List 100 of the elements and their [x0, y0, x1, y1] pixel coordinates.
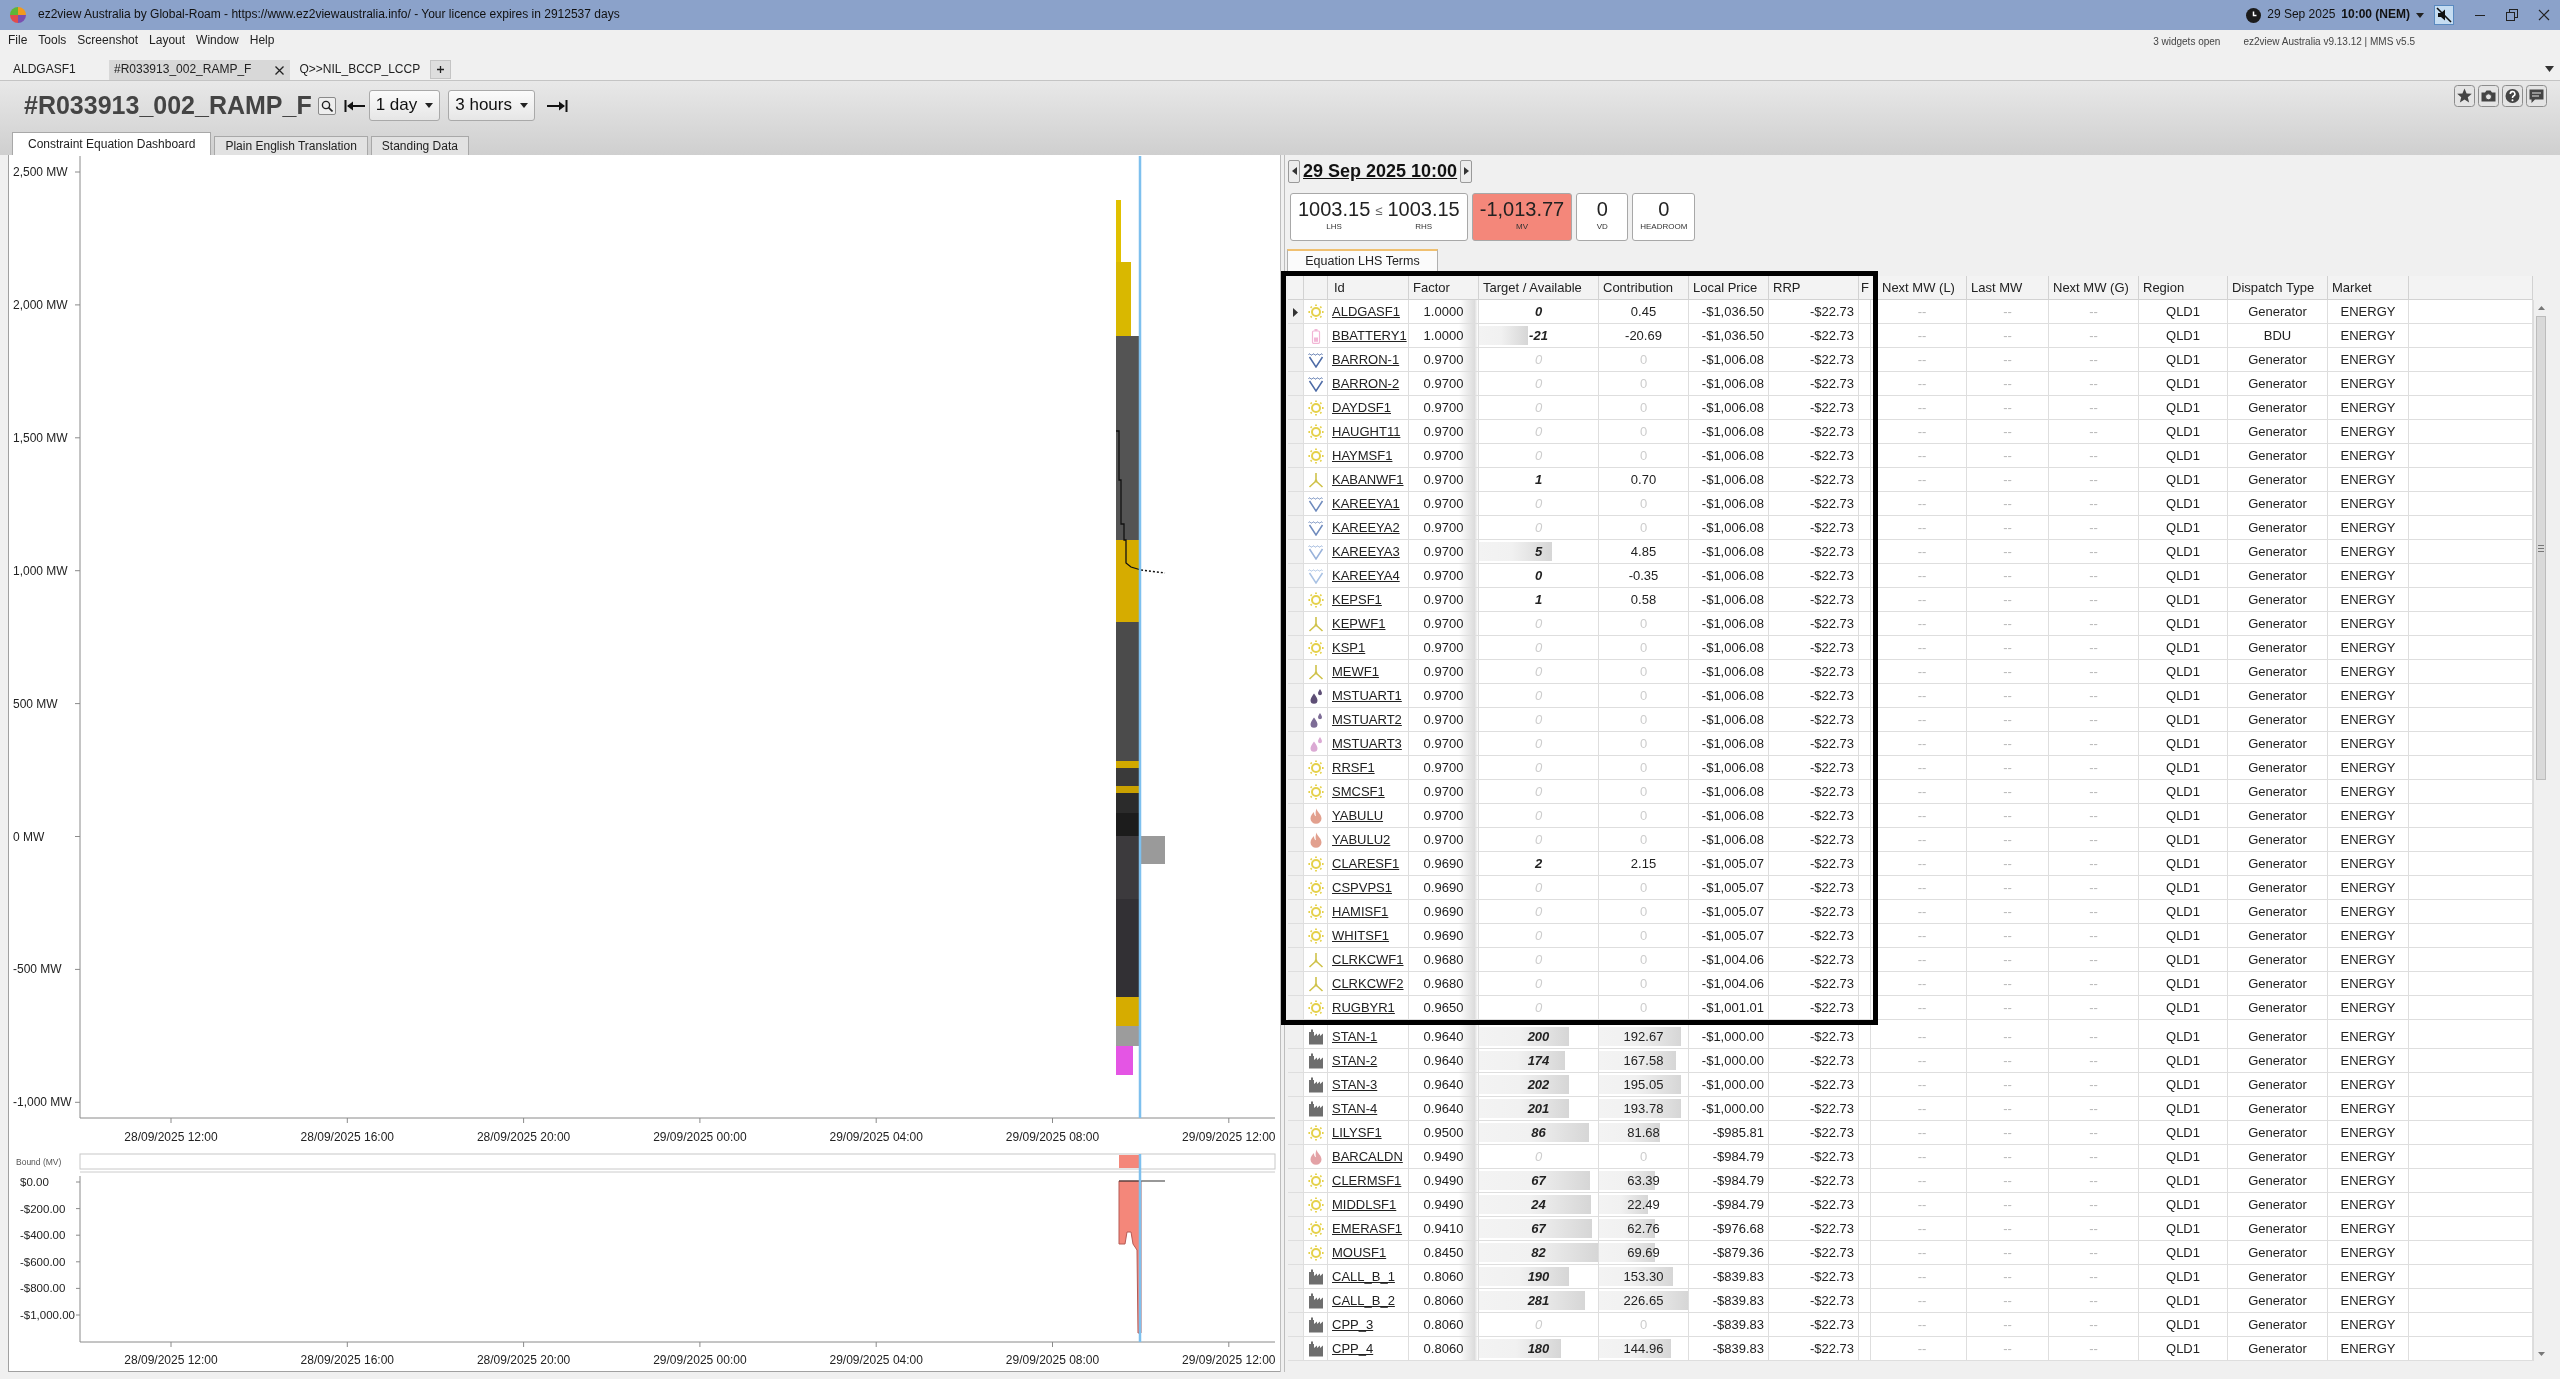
column-header[interactable]: Dispatch Type	[2228, 276, 2328, 300]
restore-icon[interactable]	[2506, 9, 2518, 21]
unit-link[interactable]: YABULU2	[1332, 832, 1391, 847]
help-icon[interactable]	[2502, 85, 2523, 107]
unit-link[interactable]: MSTUART2	[1332, 712, 1402, 727]
unit-link[interactable]: CALL_B_1	[1332, 1269, 1395, 1284]
unit-link[interactable]: CLARESF1	[1332, 856, 1400, 871]
up-arrow-icon[interactable]	[2537, 306, 2545, 310]
interval-link[interactable]: 29 Sep 2025 10:00	[1303, 162, 1458, 180]
close-icon[interactable]	[2538, 9, 2550, 21]
column-header[interactable]: Market	[2328, 276, 2409, 300]
menu-item[interactable]: Layout	[149, 33, 186, 49]
unit-link[interactable]: CSPVPS1	[1332, 880, 1392, 895]
unit-link[interactable]: KAREEYA3	[1332, 544, 1400, 559]
table-cell: --	[1878, 468, 1967, 492]
unit-link[interactable]: WHITSF1	[1332, 928, 1390, 943]
unit-link[interactable]: KEPSF1	[1332, 592, 1382, 607]
unit-link[interactable]: STAN-4	[1332, 1101, 1378, 1116]
unit-link[interactable]: MSTUART1	[1332, 688, 1402, 703]
unit-link[interactable]: STAN-3	[1332, 1077, 1378, 1092]
table-cell: -$1,005.07	[1689, 900, 1769, 924]
menu-item[interactable]: Help	[249, 33, 275, 49]
column-header[interactable]: Target / Available	[1479, 276, 1599, 300]
unit-link[interactable]: BARRON-2	[1332, 376, 1400, 391]
unit-link[interactable]: YABULU	[1332, 808, 1384, 823]
view-tab[interactable]: Standing Data	[370, 136, 469, 156]
caret-icon[interactable]	[425, 103, 434, 108]
row-header[interactable]	[1288, 300, 1304, 324]
column-header[interactable]: Id	[1328, 276, 1409, 300]
unit-link[interactable]: CPP_3	[1332, 1317, 1374, 1332]
unit-link[interactable]: KAREEYA4	[1332, 568, 1400, 583]
unit-link[interactable]: STAN-1	[1332, 1029, 1378, 1044]
unit-link[interactable]: CALL_B_2	[1332, 1293, 1395, 1308]
view-tab[interactable]: Constraint Equation Dashboard	[12, 132, 212, 156]
view-tab[interactable]: Plain English Translation	[214, 136, 368, 156]
menu-item[interactable]: Screenshot	[77, 33, 139, 49]
unit-link[interactable]: BARRON-1	[1332, 352, 1400, 367]
unit-link[interactable]: KABANWF1	[1332, 472, 1404, 487]
unit-link[interactable]: CLRKCWF1	[1332, 952, 1404, 967]
unit-link[interactable]: MOUSF1	[1332, 1245, 1387, 1260]
jump-to-end-icon[interactable]	[546, 98, 568, 113]
axis-label: 28/09/2025 12:00	[124, 1353, 218, 1367]
unit-link[interactable]: SMCSF1	[1332, 784, 1385, 799]
column-header[interactable]: Region	[2139, 276, 2228, 300]
widget-tab[interactable]: Q>>NIL_BCCP_LCCP	[294, 60, 427, 80]
unit-link[interactable]: RUGBYR1	[1332, 1000, 1395, 1015]
unit-link[interactable]: BARCALDN	[1332, 1149, 1403, 1164]
add-tab-button[interactable]	[430, 60, 452, 79]
caret-icon[interactable]	[2545, 66, 2554, 72]
mute-icon[interactable]	[2434, 5, 2454, 25]
unit-link[interactable]: MEWF1	[1332, 664, 1379, 679]
column-header[interactable]: Contribution	[1599, 276, 1689, 300]
unit-link[interactable]: HAYMSF1	[1332, 448, 1393, 463]
unit-link[interactable]: STAN-2	[1332, 1053, 1378, 1068]
interval-dropdown[interactable]: 3 hours	[448, 90, 535, 121]
column-header[interactable]: F	[1859, 276, 1871, 300]
previous-button[interactable]	[1288, 159, 1300, 183]
camera-icon[interactable]	[2478, 85, 2499, 107]
scrollbar-thumb[interactable]	[2536, 316, 2546, 780]
caret-icon[interactable]	[2416, 12, 2424, 18]
column-header[interactable]: Last MW	[1967, 276, 2049, 300]
menu-item[interactable]: File	[8, 33, 28, 49]
unit-link[interactable]: MIDDLSF1	[1332, 1197, 1397, 1212]
unit-link[interactable]: CPP_4	[1332, 1341, 1374, 1356]
close-icon[interactable]	[275, 65, 285, 75]
widget-tab[interactable]: ALDGASF1	[8, 60, 105, 80]
widget-tab[interactable]: #R033913_002_RAMP_F	[109, 60, 291, 80]
unit-link[interactable]: KEPWF1	[1332, 616, 1386, 631]
column-header[interactable]: RRP	[1769, 276, 1859, 300]
down-arrow-icon[interactable]	[2537, 1352, 2545, 1356]
table-cell: Generator	[2228, 1025, 2328, 1049]
range-dropdown[interactable]: 1 day	[368, 90, 441, 121]
unit-link[interactable]: DAYDSF1	[1332, 400, 1391, 415]
column-header[interactable]: Next MW (G)	[2049, 276, 2139, 300]
column-header[interactable]: Local Price	[1689, 276, 1769, 300]
menu-item[interactable]: Tools	[38, 33, 67, 49]
unit-link[interactable]: ALDGASF1	[1332, 304, 1400, 319]
unit-link[interactable]: CLRKCWF2	[1332, 976, 1404, 991]
section-tab[interactable]: Equation LHS Terms	[1287, 249, 1438, 271]
unit-link[interactable]: HAMISF1	[1332, 904, 1389, 919]
unit-link[interactable]: LILYSF1	[1332, 1125, 1382, 1140]
table-cell: --	[2049, 396, 2139, 420]
unit-link[interactable]: RRSF1	[1332, 760, 1375, 775]
search-button[interactable]	[317, 96, 336, 115]
time-selector[interactable]: 29 Sep 2025 10:00 (NEM)	[2246, 7, 2424, 23]
unit-link[interactable]: CLERMSF1	[1332, 1173, 1402, 1188]
column-header[interactable]: Next MW (L)	[1878, 276, 1967, 300]
unit-link[interactable]: EMERASF1	[1332, 1221, 1403, 1236]
caret-icon[interactable]	[520, 103, 528, 108]
table-cell: -$1,006.08	[1689, 540, 1769, 564]
unit-link[interactable]: KAREEYA2	[1332, 520, 1400, 535]
jump-to-start-icon[interactable]	[343, 98, 366, 113]
unit-link[interactable]: KAREEYA1	[1332, 496, 1400, 511]
unit-link[interactable]: MSTUART3	[1332, 736, 1402, 751]
unit-link[interactable]: KSP1	[1332, 640, 1366, 655]
unit-link[interactable]: BBATTERY1	[1332, 328, 1407, 343]
unit-link[interactable]: HAUGHT11	[1332, 424, 1401, 439]
comment-icon[interactable]	[2526, 85, 2547, 107]
next-button[interactable]	[1460, 159, 1473, 183]
menu-item[interactable]: Window	[196, 33, 239, 49]
